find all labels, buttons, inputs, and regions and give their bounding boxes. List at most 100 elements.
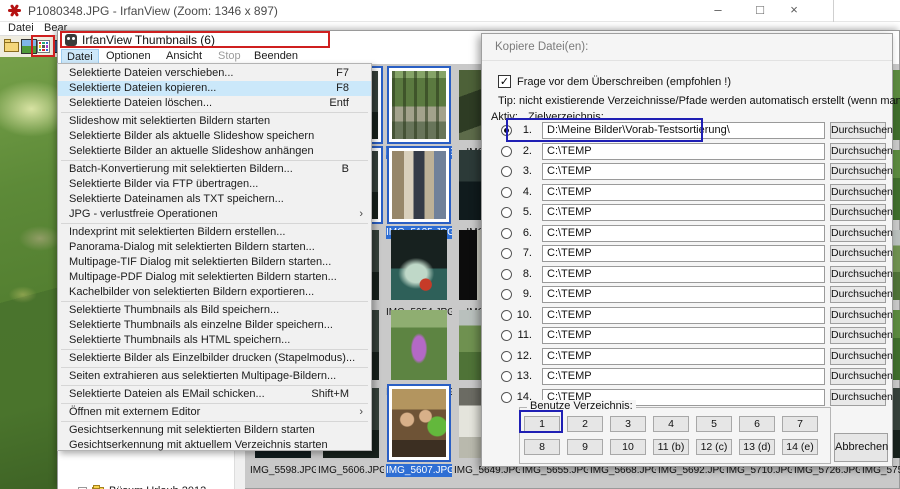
use-dir-button-10[interactable]: 10	[610, 439, 646, 455]
target-path-input[interactable]: C:\TEMP	[542, 204, 825, 221]
target-path-input[interactable]: C:\TEMP	[542, 245, 825, 262]
use-dir-button-11[interactable]: 11 (b)	[653, 439, 689, 455]
menu-item-batch[interactable]: Batch-Konvertierung mit selektierten Bil…	[58, 162, 371, 177]
menu-item-multipage-pdf[interactable]: Multipage-PDF Dialog mit selektierten Bi…	[58, 270, 371, 285]
main-menu-datei[interactable]: Datei	[8, 22, 34, 34]
minimize-button[interactable]: –	[702, 0, 734, 22]
target-row-7: 7. C:\TEMP Durchsuchen	[482, 245, 892, 263]
menu-item-txt[interactable]: Selektierte Dateinamen als TXT speichern…	[58, 192, 371, 207]
target-row-13: 13. C:\TEMP Durchsuchen	[482, 368, 892, 386]
menu-item-verschieben[interactable]: Selektierte Dateien verschieben...F7	[58, 66, 371, 81]
browse-button[interactable]: Durchsuchen	[830, 327, 886, 344]
use-dir-button-5[interactable]: 5	[696, 416, 732, 432]
menu-item-loeschen[interactable]: Selektierte Dateien löschen...Entf	[58, 96, 371, 111]
browse-button[interactable]: Durchsuchen	[830, 122, 886, 139]
browse-button[interactable]: Durchsuchen	[830, 286, 886, 303]
menu-item-drucken[interactable]: Selektierte Bilder als Einzelbilder druc…	[58, 351, 371, 366]
open-folder-icon[interactable]	[4, 39, 20, 54]
menu-item-kachelbilder[interactable]: Kachelbilder von selektierten Bildern ex…	[58, 285, 371, 300]
menu-item-thumbs-bild[interactable]: Selektierte Thumbnails als Bild speicher…	[58, 303, 371, 318]
target-path-input[interactable]: C:\TEMP	[542, 266, 825, 283]
menu-item-slideshow-speichern[interactable]: Selektierte Bilder als aktuelle Slidesho…	[58, 129, 371, 144]
target-radio[interactable]	[501, 248, 512, 259]
use-dir-button-7[interactable]: 7	[782, 416, 818, 432]
target-row-4: 4. C:\TEMP Durchsuchen	[482, 184, 892, 202]
target-radio[interactable]	[501, 371, 512, 382]
use-dir-button-12[interactable]: 12 (c)	[696, 439, 732, 455]
browse-button[interactable]: Durchsuchen	[830, 389, 886, 406]
browse-button[interactable]: Durchsuchen	[830, 204, 886, 221]
target-radio[interactable]	[501, 207, 512, 218]
browse-button[interactable]: Durchsuchen	[830, 163, 886, 180]
target-radio[interactable]	[501, 146, 512, 157]
target-radio[interactable]	[501, 310, 512, 321]
screen: P1080348.JPG - IrfanView (Zoom: 1346 x 8…	[0, 0, 900, 489]
menu-item-thumbs-html[interactable]: Selektierte Thumbnails als HTML speicher…	[58, 333, 371, 348]
thumb-menu-ansicht[interactable]: Ansicht	[161, 49, 207, 63]
menu-separator	[61, 301, 368, 302]
target-path-input[interactable]: C:\TEMP	[542, 143, 825, 160]
browse-button[interactable]: Durchsuchen	[830, 245, 886, 262]
target-path-input[interactable]: C:\TEMP	[542, 184, 825, 201]
browse-button[interactable]: Durchsuchen	[830, 348, 886, 365]
target-radio[interactable]	[501, 289, 512, 300]
use-dir-button-9[interactable]: 9	[567, 439, 603, 455]
target-radio[interactable]	[501, 392, 512, 403]
target-radio[interactable]	[501, 351, 512, 362]
browse-button[interactable]: Durchsuchen	[830, 307, 886, 324]
target-radio[interactable]	[501, 228, 512, 239]
maximize-button[interactable]: □	[744, 0, 776, 22]
target-path-input[interactable]: C:\TEMP	[542, 163, 825, 180]
menu-item-seiten-extrahieren[interactable]: Seiten extrahieren aus selektierten Mult…	[58, 369, 371, 384]
target-path-input[interactable]: C:\TEMP	[542, 348, 825, 365]
thumb-menu-beenden[interactable]: Beenden	[249, 49, 303, 63]
target-radio[interactable]	[501, 187, 512, 198]
menu-item-gesicht-verzeichnis[interactable]: Gesichtserkennung mit aktuellem Verzeich…	[58, 438, 371, 453]
titlebar-divider	[833, 0, 834, 22]
thumb-menu-optionen[interactable]: Optionen	[101, 49, 156, 63]
menu-item-gesicht-bilder[interactable]: Gesichtserkennung mit selektierten Bilde…	[58, 423, 371, 438]
browse-button[interactable]: Durchsuchen	[830, 266, 886, 283]
use-dir-button-2[interactable]: 2	[567, 416, 603, 432]
use-dir-button-14[interactable]: 14 (e)	[782, 439, 818, 455]
target-radio[interactable]	[501, 330, 512, 341]
menu-item-panorama[interactable]: Panorama-Dialog mit selektierten Bildern…	[58, 240, 371, 255]
use-dir-button-6[interactable]: 6	[739, 416, 775, 432]
target-row-8: 8. C:\TEMP Durchsuchen	[482, 266, 892, 284]
target-path-input[interactable]: C:\TEMP	[542, 327, 825, 344]
target-path-input[interactable]: C:\TEMP	[542, 286, 825, 303]
overwrite-checkbox[interactable]: ✓	[498, 75, 511, 88]
background-photo	[0, 57, 57, 489]
menu-item-ftp[interactable]: Selektierte Bilder via FTP übertragen...	[58, 177, 371, 192]
use-dir-button-4[interactable]: 4	[653, 416, 689, 432]
target-path-input[interactable]: C:\TEMP	[542, 307, 825, 324]
submenu-arrow-icon: ›	[359, 405, 363, 420]
target-row-5: 5. C:\TEMP Durchsuchen	[482, 204, 892, 222]
use-dir-button-3[interactable]: 3	[610, 416, 646, 432]
target-row-9: 9. C:\TEMP Durchsuchen	[482, 286, 892, 304]
menu-item-externer-editor[interactable]: Öffnen mit externem Editor›	[58, 405, 371, 420]
use-dir-button-13[interactable]: 13 (d)	[739, 439, 775, 455]
close-button[interactable]: ×	[778, 0, 810, 22]
menu-item-slideshow-anhaengen[interactable]: Selektierte Bilder an aktuelle Slideshow…	[58, 144, 371, 159]
menu-item-thumbs-einzelne[interactable]: Selektierte Thumbnails als einzelne Bild…	[58, 318, 371, 333]
target-path-input[interactable]: C:\TEMP	[542, 368, 825, 385]
browse-button[interactable]: Durchsuchen	[830, 184, 886, 201]
browse-button[interactable]: Durchsuchen	[830, 143, 886, 160]
browse-button[interactable]: Durchsuchen	[830, 368, 886, 385]
menu-item-kopieren[interactable]: Selektierte Dateien kopieren...F8	[58, 81, 371, 96]
menu-item-indexprint[interactable]: Indexprint mit selektierten Bildern erst…	[58, 225, 371, 240]
target-radio[interactable]	[501, 166, 512, 177]
menu-item-multipage-tif[interactable]: Multipage-TIF Dialog mit selektierten Bi…	[58, 255, 371, 270]
browse-button[interactable]: Durchsuchen	[830, 225, 886, 242]
target-row-6: 6. C:\TEMP Durchsuchen	[482, 225, 892, 243]
menu-item-email[interactable]: Selektierte Dateien als EMail schicken..…	[58, 387, 371, 402]
cancel-button[interactable]: Abbrechen	[834, 433, 888, 462]
annotation-box-toolbar-icon	[31, 35, 55, 57]
menu-item-jpg-lossless[interactable]: JPG - verlustfreie Operationen›	[58, 207, 371, 222]
target-row-10: 10. C:\TEMP Durchsuchen	[482, 307, 892, 325]
menu-item-slideshow-starten[interactable]: Slideshow mit selektierten Bildern start…	[58, 114, 371, 129]
use-dir-button-8[interactable]: 8	[524, 439, 560, 455]
target-radio[interactable]	[501, 269, 512, 280]
target-path-input[interactable]: C:\TEMP	[542, 225, 825, 242]
